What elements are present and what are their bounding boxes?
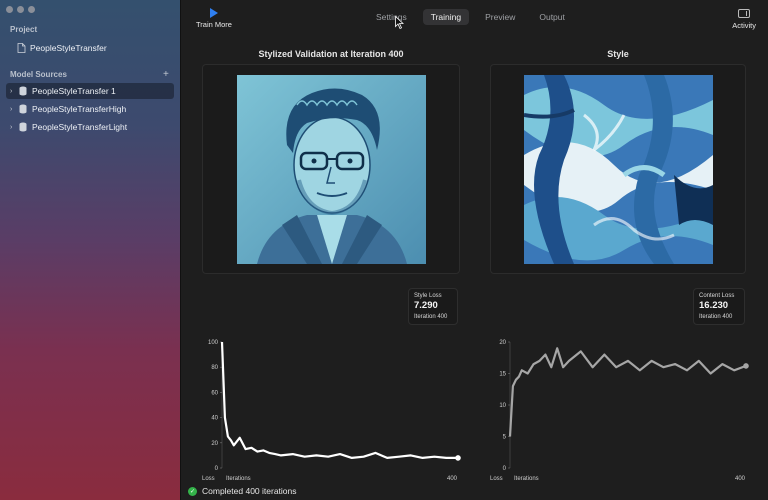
style-loss-chart: 100806040200Loss Iterations 400 (202, 340, 461, 482)
sidebar-item-label: PeopleStyleTransfer (30, 43, 107, 53)
style-loss-iteration: Iteration 400 (414, 313, 448, 320)
play-icon (210, 8, 218, 18)
sidebar: Project PeopleStyleTransfer Model Source… (0, 0, 181, 500)
style-loss-card: Style Loss 7.290 Iteration 400 (408, 288, 458, 325)
window-controls (6, 6, 35, 13)
status-text: Completed 400 iterations (202, 486, 297, 496)
sidebar-item-label: PeopleStyleTransferHigh (32, 104, 127, 114)
y-tick-label: 60 (211, 390, 218, 396)
status-bar: ✓ Completed 400 iterations (182, 482, 768, 500)
content-loss-iteration: Iteration 400 (699, 313, 733, 320)
y-tick-label: 0 (503, 466, 507, 472)
loss-series-line (508, 347, 747, 437)
tab-training[interactable]: Training (422, 9, 470, 25)
database-icon (18, 86, 28, 96)
sidebar-item-project[interactable]: PeopleStyleTransfer (12, 40, 180, 56)
y-tick-label: 40 (211, 416, 218, 422)
sidebar-toggle-icon (738, 9, 751, 18)
activity-button[interactable]: Activity (732, 9, 756, 30)
train-more-button[interactable]: Train More (194, 8, 234, 29)
model-sources-heading: Model Sources (10, 70, 67, 79)
train-more-label: Train More (196, 20, 232, 29)
minimize-window-button[interactable] (17, 6, 24, 13)
close-window-button[interactable] (6, 6, 13, 13)
validation-panel (202, 64, 460, 274)
chevron-right-icon[interactable]: › (10, 88, 18, 95)
stylized-validation-image (237, 75, 426, 264)
content-loss-label: Content Loss (699, 293, 735, 299)
style-loss-label: Style Loss (414, 293, 442, 299)
tab-output[interactable]: Output (531, 9, 573, 25)
sidebar-item-label: PeopleStyleTransferLight (32, 122, 128, 132)
style-loss-value: 7.290 (414, 300, 438, 312)
database-icon (18, 104, 28, 114)
sidebar-item-source-1[interactable]: › PeopleStyleTransfer 1 (6, 83, 174, 99)
project-heading: Project (10, 25, 38, 34)
add-source-button[interactable]: + (163, 69, 169, 80)
content-loss-card: Content Loss 16.230 Iteration 400 (693, 288, 745, 325)
tab-preview[interactable]: Preview (477, 9, 523, 25)
main-area: Train More Settings Training Preview Out… (182, 0, 768, 500)
validation-title: Stylized Validation at Iteration 400 (258, 49, 404, 59)
style-title: Style (607, 49, 629, 59)
activity-label: Activity (732, 21, 756, 30)
chevron-right-icon[interactable]: › (10, 124, 18, 131)
y-tick-label: 10 (499, 403, 506, 409)
toolbar: Train More Settings Training Preview Out… (182, 0, 768, 38)
y-tick-label: 100 (208, 340, 219, 346)
y-tick-label: 20 (499, 340, 506, 346)
sidebar-item-source-3[interactable]: › PeopleStyleTransferLight (6, 119, 174, 135)
y-tick-label: 20 (211, 441, 218, 447)
current-point (743, 363, 749, 369)
checkmark-icon: ✓ (188, 486, 197, 496)
sidebar-item-source-2[interactable]: › PeopleStyleTransferHigh (6, 101, 174, 117)
y-tick-label: 0 (215, 466, 219, 472)
current-point (455, 455, 461, 461)
y-tick-label: 80 (211, 365, 218, 371)
y-tick-label: 15 (499, 372, 506, 378)
zoom-window-button[interactable] (28, 6, 35, 13)
chevron-right-icon[interactable]: › (10, 106, 18, 113)
style-image (524, 75, 713, 264)
tab-settings[interactable]: Settings (368, 9, 415, 25)
document-icon (16, 43, 26, 53)
sidebar-item-label: PeopleStyleTransfer 1 (32, 86, 116, 96)
mouse-pointer-icon (395, 16, 404, 29)
content-loss-chart: 20151050Loss Iterations 400 (490, 340, 749, 482)
content-loss-value: 16.230 (699, 300, 729, 312)
y-tick-label: 5 (503, 435, 507, 441)
database-icon (18, 122, 28, 132)
style-panel (490, 64, 746, 274)
loss-series-line (220, 341, 458, 460)
